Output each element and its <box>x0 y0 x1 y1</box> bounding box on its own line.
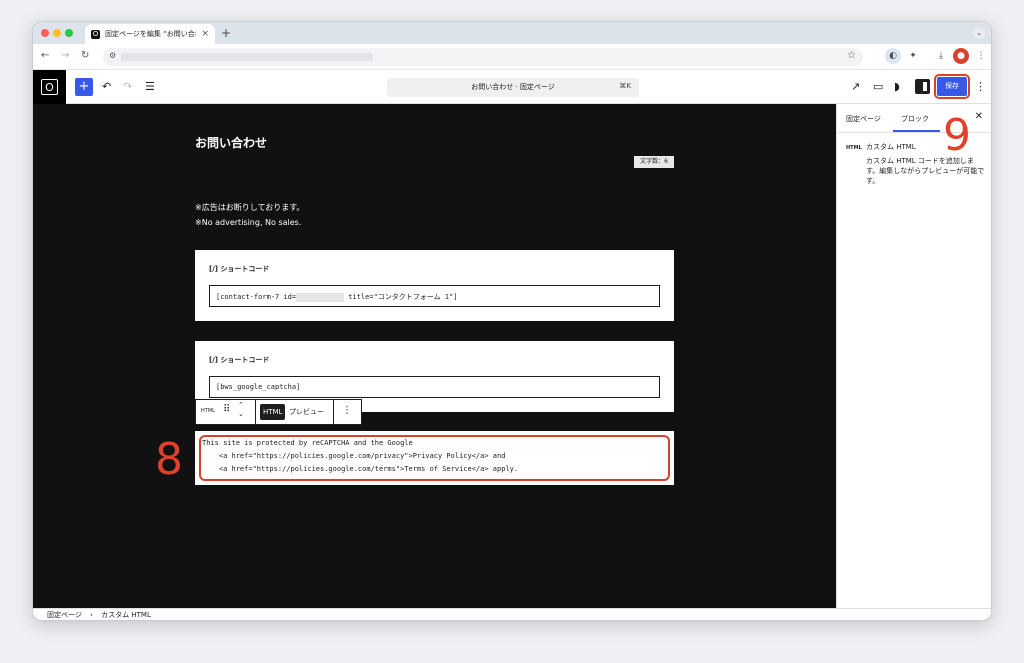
tab-block-settings[interactable]: ブロック <box>901 114 929 124</box>
editor-header: O + ↶ ↷ ☰ お問い合わせ · 固定ページ ⌘K ↗ ▭ ◗ 保存 ⋮ <box>33 70 991 104</box>
notice-paragraph-jp[interactable]: ※広告はお断りしております。 <box>195 202 304 213</box>
tab-close-icon[interactable]: × <box>201 29 209 39</box>
block-options-icon[interactable]: ⋮ <box>342 405 352 416</box>
site-favicon-icon: O <box>91 29 100 39</box>
url-redacted <box>121 53 373 61</box>
page-title[interactable]: お問い合わせ <box>195 134 267 151</box>
redo-icon[interactable]: ↷ <box>123 78 132 96</box>
block-inserter-button[interactable]: + <box>75 78 93 96</box>
browser-window: O 固定ページを編集 “お問い合わせ × + ⌄ ← → ↻ ⚙ ☆ ◐ ✦ ⤓… <box>32 21 992 621</box>
browser-menu-icon[interactable]: ⋮ <box>973 48 989 64</box>
custom-html-block[interactable]: This site is protected by reCAPTCHA and … <box>195 431 674 485</box>
character-count-badge: 文字数：6 <box>634 156 674 168</box>
html-block-icon: HTML <box>846 145 862 151</box>
profile-avatar[interactable]: ● <box>953 48 969 64</box>
shortcode-text-end: title="コンタクトフォーム 1"] <box>344 293 458 301</box>
forward-arrow-icon[interactable]: → <box>61 49 69 63</box>
breadcrumb: 固定ページ › カスタム HTML <box>33 608 991 620</box>
browser-toolbar: ← → ↻ ⚙ ☆ ◐ ✦ ⤓ ● ⋮ <box>33 44 991 70</box>
tab-strip: O 固定ページを編集 “お問い合わせ × + ⌄ <box>33 22 991 44</box>
shortcode-input-contact-form[interactable]: [contact-form-7 id= title="コンタクトフォーム 1"] <box>209 285 660 307</box>
settings-sidebar: 固定ページ ブロック ✕ HTML カスタム HTML カスタム HTML コー… <box>836 104 991 608</box>
site-logo-button[interactable]: O <box>33 70 66 104</box>
block-toolbar-more-group: ⋮ <box>334 400 361 424</box>
download-icon[interactable]: ⤓ <box>933 48 949 64</box>
html-code-line[interactable]: <a href="https://policies.google.com/pri… <box>202 452 506 460</box>
command-palette-bar[interactable]: お問い合わせ · 固定ページ ⌘K <box>387 78 639 97</box>
options-menu-icon[interactable]: ⋮ <box>975 78 986 96</box>
puzzle-extensions-icon[interactable]: ✦ <box>905 48 921 64</box>
tab-page-settings[interactable]: 固定ページ <box>846 114 881 124</box>
editor-canvas: お問い合わせ 文字数：6 ※広告はお断りしております。 ※No advertis… <box>33 104 836 608</box>
shortcode-text-start: [contact-form-7 id= <box>216 293 297 301</box>
close-icon[interactable]: ✕ <box>975 111 983 122</box>
breadcrumb-page[interactable]: 固定ページ <box>47 611 82 619</box>
form-id-redacted <box>296 292 345 302</box>
jetpack-icon[interactable]: ◗ <box>894 78 900 96</box>
block-toolbar: HTML ⠿ ⌃ ⌄ HTML プレビュー ⋮ <box>195 399 362 425</box>
undo-icon[interactable]: ↶ <box>102 78 111 96</box>
shortcode-block-label: [/] ショートコード <box>209 265 270 273</box>
shortcode-block-contact-form[interactable]: [/] ショートコード [contact-form-7 id= title="コ… <box>195 250 674 321</box>
tab-title: 固定ページを編集 “お問い合わせ <box>105 30 196 38</box>
site-info-icon[interactable]: ⚙ <box>109 51 116 60</box>
view-page-icon[interactable]: ↗ <box>851 78 860 96</box>
breadcrumb-block[interactable]: カスタム HTML <box>101 611 151 619</box>
html-code-line[interactable]: This site is protected by reCAPTCHA and … <box>202 439 413 447</box>
address-bar[interactable]: ⚙ ☆ <box>103 48 863 66</box>
shortcode-block-label: [/] ショートコード <box>209 356 270 364</box>
html-block-type-icon[interactable]: HTML <box>201 408 215 414</box>
breadcrumb-separator: › <box>90 611 93 619</box>
step-number-8: 8 <box>155 434 183 485</box>
maximize-window-button[interactable] <box>65 29 73 37</box>
move-up-down-icon[interactable]: ⌃ ⌄ <box>238 401 244 419</box>
extension-icon[interactable]: ◐ <box>885 48 901 64</box>
preview-device-icon[interactable]: ▭ <box>873 78 883 96</box>
back-arrow-icon[interactable]: ← <box>41 49 49 63</box>
drag-handle-icon[interactable]: ⠿ <box>223 404 230 415</box>
minimize-window-button[interactable] <box>53 29 61 37</box>
site-logo-icon: O <box>41 79 58 95</box>
settings-panel-toggle-icon[interactable] <box>915 79 930 94</box>
html-code-line[interactable]: <a href="https://policies.google.com/ter… <box>202 465 518 473</box>
tab-preview[interactable]: プレビュー <box>289 404 324 420</box>
shortcode-input-captcha[interactable]: [bws_google_captcha] <box>209 376 660 398</box>
document-title: お問い合わせ · 固定ページ <box>471 83 555 91</box>
document-overview-icon[interactable]: ☰ <box>145 78 155 96</box>
tab-search-icon[interactable]: ⌄ <box>973 27 985 39</box>
block-toolbar-type-group: HTML ⠿ ⌃ ⌄ <box>196 400 256 424</box>
notice-paragraph-en[interactable]: ※No advertising, No sales. <box>195 218 301 227</box>
close-window-button[interactable] <box>41 29 49 37</box>
command-shortcut: ⌘K <box>619 82 631 90</box>
tab-html[interactable]: HTML <box>260 404 286 420</box>
reload-icon[interactable]: ↻ <box>81 49 89 63</box>
new-tab-button[interactable]: + <box>221 26 231 40</box>
step-number-9: 9 <box>943 110 971 161</box>
browser-tab[interactable]: O 固定ページを編集 “お問い合わせ × <box>85 24 215 44</box>
bookmark-star-icon[interactable]: ☆ <box>847 50 856 61</box>
block-card-title: カスタム HTML <box>866 143 916 151</box>
block-toolbar-view-group: HTML プレビュー <box>256 400 334 424</box>
save-button[interactable]: 保存 <box>937 77 967 96</box>
